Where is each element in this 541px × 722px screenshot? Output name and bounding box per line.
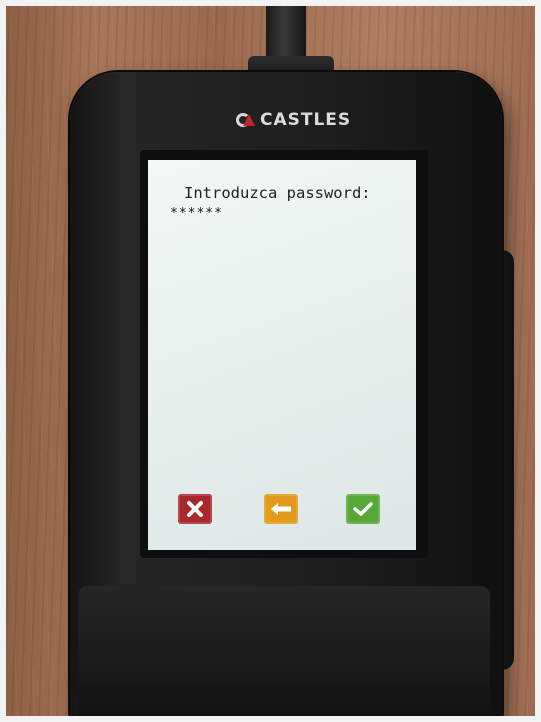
backspace-button[interactable] (264, 494, 298, 524)
cancel-button[interactable] (178, 494, 212, 524)
backspace-arrow-icon (271, 503, 291, 515)
photo-scene: CASTLES Introduzca password: ****** (0, 0, 541, 722)
brand-name: CASTLES (260, 110, 352, 130)
brand-label: CASTLES (236, 108, 376, 132)
device-lower-body (78, 586, 490, 722)
castles-logo-icon (236, 112, 256, 128)
terminal-screen: Introduzca password: ****** (148, 160, 416, 550)
close-icon (187, 501, 203, 517)
confirm-button[interactable] (346, 494, 380, 524)
password-field[interactable]: ****** (170, 206, 223, 221)
checkmark-icon (353, 502, 373, 516)
password-prompt: Introduzca password: (184, 184, 371, 202)
